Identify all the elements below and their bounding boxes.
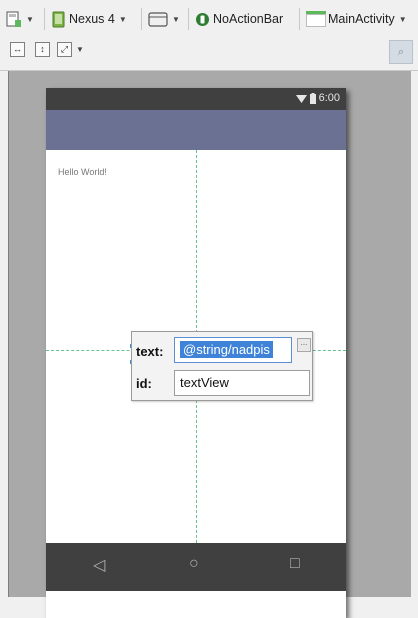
hello-world-textview[interactable]: Hello World! — [58, 167, 107, 177]
theme-icon — [196, 12, 209, 26]
device-dropdown[interactable]: Nexus 4 ▼ — [52, 9, 127, 29]
id-property-value: textView — [180, 375, 229, 390]
chevron-down-icon: ▼ — [172, 14, 180, 24]
fit-height-button[interactable]: ↕ — [35, 42, 50, 57]
expand-icon: ⤢ — [57, 42, 72, 57]
home-icon: ○ — [189, 555, 199, 572]
expand-dropdown[interactable]: ⤢ ▼ — [57, 41, 84, 58]
wifi-icon — [295, 94, 307, 103]
toolbar-divider — [188, 8, 189, 30]
orientation-dropdown[interactable]: ▼ — [148, 9, 180, 29]
device-icon — [52, 11, 65, 27]
activity-label: MainActivity — [328, 12, 395, 26]
toolbar-divider — [299, 8, 300, 30]
design-mode-icon — [6, 11, 21, 27]
device-label: Nexus 4 — [69, 12, 115, 26]
activity-dropdown[interactable]: MainActivity ▼ — [306, 9, 407, 29]
chevron-down-icon: ▼ — [398, 14, 407, 24]
zoom-icon: ⌕ — [397, 45, 405, 58]
layout-toolbar: ▼ Nexus 4 ▼ ▼ NoActionBar MainActivity ▼ — [0, 0, 418, 36]
more-options-button[interactable]: ... — [297, 338, 311, 352]
text-property-field[interactable]: @string/nadpis — [174, 337, 292, 363]
fit-width-button[interactable]: ↔ — [10, 42, 25, 57]
quick-properties-popup: text: @string/nadpis ... id: textView — [131, 331, 313, 401]
theme-label: NoActionBar — [213, 12, 284, 26]
activity-icon — [306, 11, 326, 27]
chevron-down-icon: ▼ — [118, 14, 127, 24]
theme-dropdown[interactable]: NoActionBar — [195, 9, 283, 29]
battery-icon — [309, 92, 316, 104]
recents-icon: □ — [290, 555, 300, 572]
toolbar-divider — [141, 8, 142, 30]
text-property-label: text: — [136, 344, 164, 359]
status-time: 6:00 — [318, 92, 340, 104]
id-property-label: id: — [136, 376, 152, 391]
chevron-down-icon: ▼ — [76, 45, 84, 54]
status-bar: 6:00 — [46, 88, 346, 110]
zoom-toolbar: ↔ ↕ ⤢ ▼ — [0, 36, 418, 71]
navigation-bar: ◁ ○ □ — [46, 543, 346, 591]
text-property-value: @string/nadpis — [180, 341, 273, 358]
zoom-button[interactable]: ⌕ — [389, 40, 413, 64]
orientation-icon — [148, 11, 168, 27]
fit-height-icon: ↕ — [40, 44, 45, 54]
design-mode-dropdown[interactable]: ▼ — [6, 9, 34, 29]
id-property-field[interactable]: textView — [174, 370, 310, 396]
toolbar-divider — [44, 8, 45, 30]
chevron-down-icon: ▼ — [26, 14, 34, 24]
fit-width-icon: ↔ — [13, 44, 22, 54]
back-icon: ◁ — [93, 557, 106, 574]
action-bar — [46, 110, 346, 150]
